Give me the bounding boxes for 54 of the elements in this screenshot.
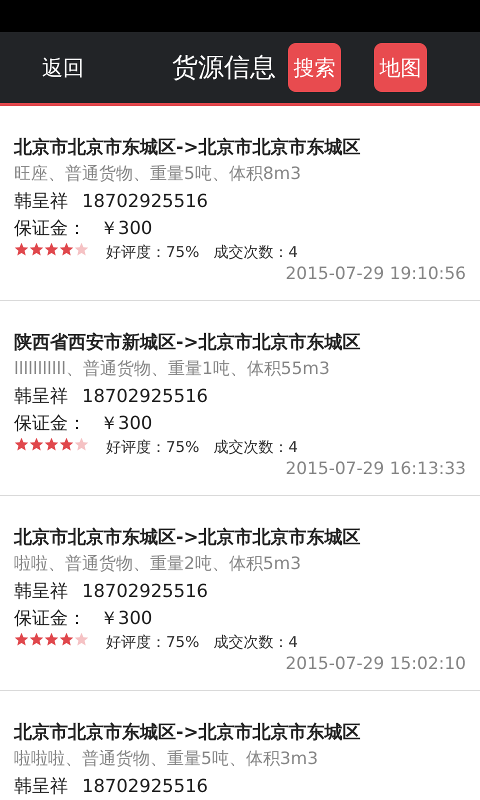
cargo-list-item[interactable]: 北京市北京市东城区->北京市北京市东城区 旺座、普通货物、重量5吨、体积8m3 韩呈祥 18702925516 保证金： ￥300 好评度：75% 成交次数：4 2015-07-29 19:10:56 (0, 106, 480, 301)
star-icon (44, 632, 59, 646)
timestamp: 2015-07-29 16:13:33 (284, 458, 466, 481)
rating-text: 好评度：75% (106, 438, 200, 456)
deal-count: 成交次数：4 (213, 242, 298, 262)
deal-count: 成交次数：4 (213, 438, 298, 456)
phone-number: 18702925516 (82, 385, 208, 409)
cargo-list-item[interactable]: 陕西省西安市新城区->北京市北京市东城区 lllllllllll、普通货物、重量1吨、体积55m3 韩呈祥 18702925516 保证金： ￥300 好评度：75% 成交次数：4 2015-07-29 16:13:33 (0, 301, 480, 496)
cargo-description: 旺座、普通货物、重量5吨、体积8m3 (14, 163, 302, 186)
deposit-amount: ￥300 (100, 217, 152, 241)
cargo-description: lllllllllll、普通货物、重量1吨、体积55m3 (14, 358, 331, 381)
star-icon (74, 242, 89, 256)
deposit-label: 保证金： (14, 412, 86, 436)
star-icon (59, 436, 74, 452)
phone-number: 18702925516 (82, 190, 208, 214)
star-icon (14, 242, 29, 256)
contact-name: 韩呈祥 (14, 190, 68, 214)
deposit-label: 保证金： (14, 217, 86, 241)
star-icon (44, 242, 59, 256)
contact-name: 韩呈祥 (14, 580, 68, 604)
star-icon (29, 242, 44, 256)
timestamp: 2015-07-29 19:10:56 (284, 263, 466, 286)
cargo-list-item[interactable]: 北京市北京市东城区->北京市北京市东城区 啦啦、普通货物、重量2吨、体积5m3 韩呈祥 18702925516 保证金： ￥300 好评度：75% 成交次数：4 2015-07-29 15:02:10 (0, 496, 480, 691)
star-icon (14, 632, 29, 646)
route-text: 北京市北京市东城区->北京市北京市东城区 (14, 136, 362, 160)
star-icon (29, 632, 44, 646)
rating-text: 好评度：75% (106, 242, 200, 262)
route-text: 陕西省西安市新城区->北京市北京市东城区 (14, 331, 362, 355)
back-button[interactable]: 返回 (42, 54, 84, 82)
search-button[interactable]: 搜索 (288, 43, 341, 92)
cargo-list-item[interactable]: 北京市北京市东城区->北京市北京市东城区 啦啦啦、普通货物、重量5吨、体积3m3 韩呈祥 18702925516 (0, 691, 480, 800)
star-icon (29, 436, 44, 452)
route-text: 北京市北京市东城区->北京市北京市东城区 (14, 526, 362, 550)
deal-count: 成交次数：4 (213, 632, 298, 652)
deposit-amount: ￥300 (100, 607, 152, 631)
phone-number: 18702925516 (82, 580, 208, 604)
deposit-label: 保证金： (14, 607, 86, 631)
map-button[interactable]: 地图 (374, 43, 427, 92)
cargo-description: 啦啦啦、普通货物、重量5吨、体积3m3 (14, 748, 320, 771)
cargo-description: 啦啦、普通货物、重量2吨、体积5m3 (14, 553, 302, 576)
star-icon (59, 632, 74, 646)
timestamp: 2015-07-29 15:02:10 (284, 653, 466, 676)
deposit-amount: ￥300 (100, 412, 152, 436)
contact-name: 韩呈祥 (14, 775, 68, 799)
star-icon (14, 436, 29, 452)
star-icon (74, 436, 89, 452)
star-icon (59, 242, 74, 256)
route-text: 北京市北京市东城区->北京市北京市东城区 (14, 721, 362, 745)
star-icon (74, 632, 89, 646)
contact-name: 韩呈祥 (14, 385, 68, 409)
phone-number: 18702925516 (82, 775, 208, 799)
star-icon (44, 436, 59, 452)
rating-text: 好评度：75% (106, 632, 200, 652)
page-title: 货源信息 (172, 52, 276, 85)
